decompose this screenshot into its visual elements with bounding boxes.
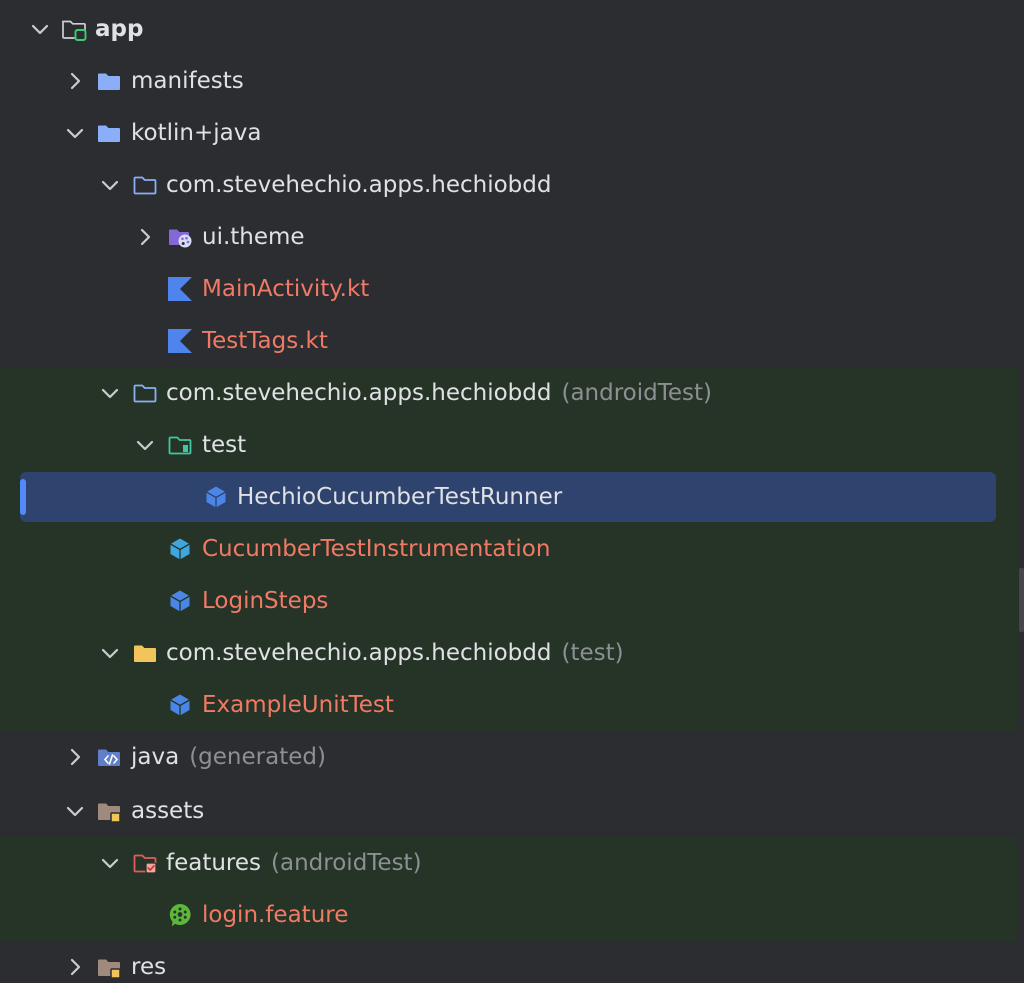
resource-folder-icon bbox=[96, 954, 122, 980]
tree-item-label: res bbox=[131, 954, 167, 980]
tree-row-test-folder[interactable]: test bbox=[0, 419, 1018, 471]
tree-item-name: features bbox=[166, 850, 262, 876]
kotlin-file-icon bbox=[167, 276, 193, 302]
tree-item-label: com.stevehechio.apps.hechiobdd (test) bbox=[166, 627, 624, 679]
test-resource-folder-icon bbox=[132, 850, 158, 876]
tree-row-ui-theme[interactable]: ui.theme bbox=[0, 211, 1018, 263]
chevron-down-icon[interactable] bbox=[98, 173, 122, 197]
tree-row-java-generated[interactable]: java (generated) bbox=[0, 731, 1018, 783]
tree-row-cucumber-instrumentation[interactable]: CucumberTestInstrumentation bbox=[0, 523, 1018, 575]
tree-row-login-feature[interactable]: login.feature bbox=[0, 889, 1018, 941]
project-tree: app manifests kotlin+java com.stevehechi… bbox=[0, 0, 1024, 983]
scope-suffix: (androidTest) bbox=[271, 850, 422, 876]
test-folder-icon bbox=[132, 640, 158, 666]
chevron-right-icon[interactable] bbox=[133, 225, 157, 249]
scope-suffix: (androidTest) bbox=[561, 380, 712, 406]
tree-item-label: test bbox=[202, 432, 247, 458]
source-folder-icon bbox=[96, 120, 122, 146]
tree-row-features[interactable]: features (androidTest) bbox=[0, 837, 1018, 889]
tree-item-label: login.feature bbox=[202, 902, 349, 928]
chevron-down-icon[interactable] bbox=[98, 381, 122, 405]
chevron-down-icon[interactable] bbox=[63, 799, 87, 823]
tree-item-label: com.stevehechio.apps.hechiobdd bbox=[166, 172, 552, 198]
tree-item-label: kotlin+java bbox=[131, 120, 262, 146]
tree-item-label: manifests bbox=[131, 68, 244, 94]
tree-item-label: java (generated) bbox=[131, 731, 326, 783]
chevron-right-icon[interactable] bbox=[63, 745, 87, 769]
chevron-right-icon[interactable] bbox=[63, 69, 87, 93]
tree-row-package-main[interactable]: com.stevehechio.apps.hechiobdd bbox=[0, 159, 1018, 211]
tree-item-label: MainActivity.kt bbox=[202, 276, 370, 302]
chevron-down-icon[interactable] bbox=[63, 121, 87, 145]
chevron-right-icon[interactable] bbox=[63, 955, 87, 979]
tree-item-label: assets bbox=[131, 798, 205, 824]
vertical-scrollbar-thumb[interactable] bbox=[1019, 568, 1024, 632]
package-icon bbox=[132, 380, 158, 406]
tree-item-label: app bbox=[95, 16, 144, 42]
tree-row-example-unit-test[interactable]: ExampleUnitTest bbox=[0, 679, 1018, 731]
tree-row-main-activity[interactable]: MainActivity.kt bbox=[0, 263, 1018, 315]
theme-palette-icon bbox=[167, 224, 193, 250]
class-file-icon bbox=[167, 588, 193, 614]
tree-item-name: com.stevehechio.apps.hechiobdd bbox=[166, 380, 552, 406]
scope-suffix: (test) bbox=[561, 640, 624, 666]
tree-item-label: HechioCucumberTestRunner bbox=[237, 484, 563, 510]
cucumber-feature-icon bbox=[167, 902, 193, 928]
tree-row-assets[interactable]: assets bbox=[0, 785, 1018, 837]
chevron-down-icon[interactable] bbox=[98, 641, 122, 665]
module-folder-icon bbox=[61, 16, 87, 42]
tree-row-kotlin-java[interactable]: kotlin+java bbox=[0, 107, 1018, 159]
chevron-down-icon[interactable] bbox=[98, 851, 122, 875]
chevron-down-icon[interactable] bbox=[133, 433, 157, 457]
tree-row-manifests[interactable]: manifests bbox=[0, 55, 1018, 107]
class-file-icon bbox=[167, 692, 193, 718]
tree-item-label: ui.theme bbox=[202, 224, 305, 250]
folder-icon bbox=[96, 68, 122, 94]
tree-item-label: CucumberTestInstrumentation bbox=[202, 536, 551, 562]
tree-item-label: LoginSteps bbox=[202, 588, 329, 614]
package-icon bbox=[132, 172, 158, 198]
tree-row-package-test[interactable]: com.stevehechio.apps.hechiobdd (test) bbox=[0, 627, 1018, 679]
class-file-icon bbox=[167, 536, 193, 562]
tree-row-app[interactable]: app bbox=[0, 3, 1018, 55]
tree-item-label: ExampleUnitTest bbox=[202, 692, 394, 718]
tree-item-label: TestTags.kt bbox=[202, 328, 328, 354]
scope-suffix: (generated) bbox=[189, 744, 326, 770]
tree-item-name: com.stevehechio.apps.hechiobdd bbox=[166, 640, 552, 666]
tree-item-name: java bbox=[131, 744, 180, 770]
chevron-down-icon[interactable] bbox=[28, 17, 52, 41]
tree-row-res[interactable]: res bbox=[0, 941, 1018, 983]
kotlin-file-icon bbox=[167, 328, 193, 354]
tree-row-test-runner[interactable]: HechioCucumberTestRunner bbox=[0, 471, 1018, 523]
tree-item-label: com.stevehechio.apps.hechiobdd (androidTe… bbox=[166, 367, 712, 419]
tree-item-label: features (androidTest) bbox=[166, 837, 422, 889]
class-file-icon bbox=[203, 484, 229, 510]
generated-source-folder-icon bbox=[96, 744, 122, 770]
tree-row-login-steps[interactable]: LoginSteps bbox=[0, 575, 1018, 627]
tree-row-test-tags[interactable]: TestTags.kt bbox=[0, 315, 1018, 367]
test-package-icon bbox=[167, 432, 193, 458]
tree-row-package-android-test[interactable]: com.stevehechio.apps.hechiobdd (androidTe… bbox=[0, 367, 1018, 419]
resource-folder-icon bbox=[96, 798, 122, 824]
